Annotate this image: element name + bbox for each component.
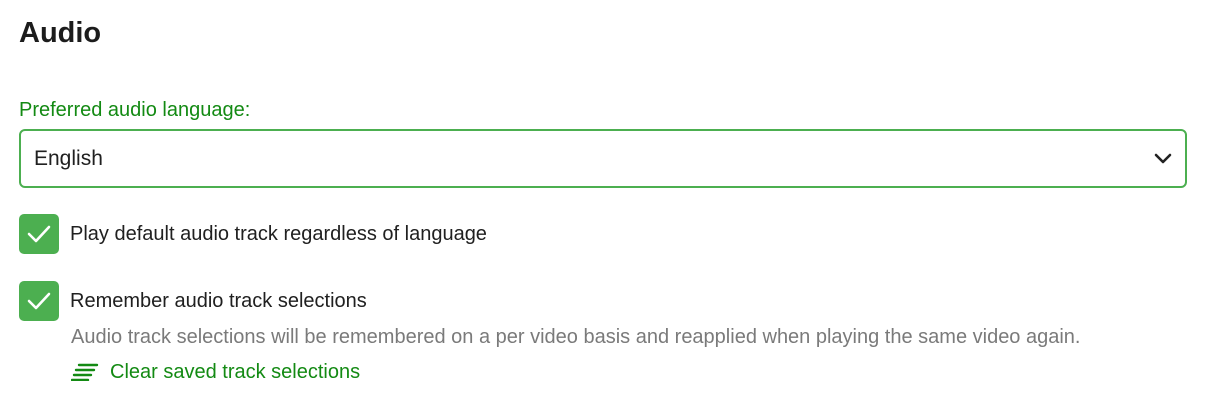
checkmark-icon xyxy=(27,292,51,310)
preferred-language-label: Preferred audio language: xyxy=(19,99,251,121)
remember-track-selections-description: Audio track selections will be remembere… xyxy=(71,326,1081,348)
clear-list-icon xyxy=(71,362,99,382)
remember-track-selections-label: Remember audio track selections xyxy=(70,290,367,312)
chevron-down-icon xyxy=(1153,149,1173,169)
play-default-track-label: Play default audio track regardless of l… xyxy=(70,223,487,245)
section-title: Audio xyxy=(19,17,102,49)
preferred-language-select[interactable]: English xyxy=(19,129,1187,188)
preferred-language-value: English xyxy=(34,146,103,170)
option-remember-track-selections: Remember audio track selections xyxy=(19,281,367,321)
option-play-default-track: Play default audio track regardless of l… xyxy=(19,214,487,254)
clear-saved-track-selections-label: Clear saved track selections xyxy=(110,361,361,383)
checkmark-icon xyxy=(27,225,51,243)
play-default-track-checkbox[interactable] xyxy=(19,214,59,254)
remember-track-selections-checkbox[interactable] xyxy=(19,281,59,321)
clear-saved-track-selections-button[interactable]: Clear saved track selections xyxy=(71,359,360,385)
